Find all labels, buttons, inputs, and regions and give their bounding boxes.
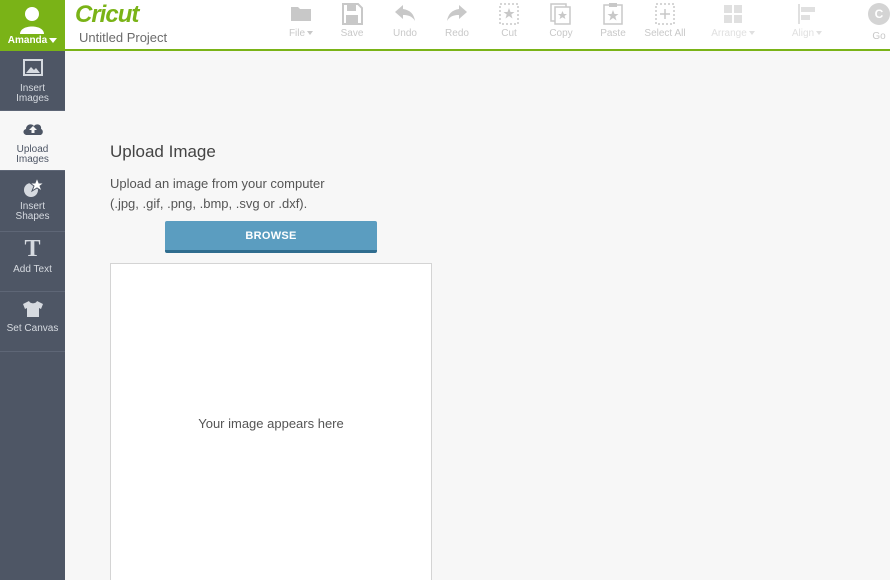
- arrange-icon: [724, 5, 742, 23]
- toolbar-redo-button[interactable]: Redo: [433, 3, 481, 39]
- upload-description-line: (.jpg, .gif, .png, .bmp, .svg or .dxf).: [110, 196, 308, 211]
- sidebar-item-label: Add Text: [13, 264, 52, 275]
- browse-button[interactable]: BROWSE: [165, 221, 377, 253]
- cut-icon: [499, 3, 519, 25]
- image-preview-area[interactable]: Your image appears here: [110, 263, 432, 580]
- folder-icon: [291, 7, 311, 21]
- user-avatar-icon: [20, 7, 44, 34]
- caret-down-icon: [307, 31, 314, 36]
- sidebar-item-label: Set Canvas: [6, 323, 59, 334]
- sidebar-item-label: Upload Images: [16, 144, 49, 165]
- toolbar-label: Save: [340, 28, 364, 39]
- sidebar-item-upload-images[interactable]: Upload Images: [0, 111, 65, 171]
- copy-icon: [550, 3, 571, 25]
- upload-title: Upload Image: [110, 142, 216, 161]
- image-icon: [22, 59, 43, 76]
- text-icon: T: [24, 236, 41, 262]
- project-title[interactable]: Untitled Project: [79, 30, 167, 45]
- select-all-icon: [655, 3, 675, 25]
- user-name: Amanda: [0, 35, 65, 46]
- toolbar-label: Copy: [549, 28, 573, 39]
- user-menu[interactable]: Amanda: [0, 0, 65, 51]
- upload-description: Upload an image from your computer (.jpg…: [110, 174, 370, 214]
- tshirt-icon: [22, 301, 43, 317]
- align-icon: [798, 4, 815, 24]
- sidebar: Amanda Insert Images Upload Images Inser…: [0, 0, 65, 580]
- sidebar-item-label: Insert Images: [16, 83, 49, 104]
- toolbar-label: Go: [872, 31, 886, 42]
- toolbar-label: Redo: [445, 28, 469, 39]
- toolbar-file-button[interactable]: File: [277, 3, 325, 39]
- toolbar-label: Select All: [644, 28, 686, 39]
- paste-icon: [603, 3, 623, 25]
- header: Cricut Untitled Project File Save Undo R…: [65, 0, 890, 51]
- sidebar-item-set-canvas[interactable]: Set Canvas: [0, 292, 65, 352]
- toolbar-label: Cut: [501, 28, 517, 39]
- caret-down-icon: [748, 31, 755, 36]
- toolbar-label: Undo: [393, 28, 417, 39]
- redo-icon: [447, 5, 467, 21]
- save-icon: [342, 3, 363, 25]
- toolbar-paste-button[interactable]: Paste: [589, 3, 637, 39]
- toolbar-label: Align: [791, 28, 815, 39]
- toolbar-save-button[interactable]: Save: [328, 3, 376, 39]
- toolbar-label: Paste: [600, 28, 626, 39]
- upload-description-line: Upload an image from your computer: [110, 176, 325, 191]
- toolbar-undo-button[interactable]: Undo: [381, 3, 429, 39]
- toolbar-label: Arrange: [711, 28, 747, 39]
- toolbar-cut-button[interactable]: Cut: [485, 3, 533, 39]
- sidebar-item-insert-shapes[interactable]: Insert Shapes: [0, 171, 65, 232]
- cloud-upload-icon: [22, 124, 43, 135]
- undo-icon: [395, 5, 415, 21]
- cricut-logo[interactable]: Cricut: [75, 1, 139, 29]
- sidebar-item-insert-images[interactable]: Insert Images: [0, 51, 65, 111]
- preview-placeholder-text: Your image appears here: [198, 416, 344, 431]
- cricut-badge-icon: C: [868, 3, 890, 25]
- go-button[interactable]: C Go: [867, 3, 890, 42]
- toolbar-align-button[interactable]: Align: [783, 3, 831, 39]
- toolbar-label: File: [288, 28, 306, 39]
- caret-down-icon: [49, 37, 58, 43]
- shapes-icon: [23, 177, 44, 197]
- caret-down-icon: [816, 31, 823, 36]
- sidebar-item-add-text[interactable]: T Add Text: [0, 232, 65, 292]
- sidebar-item-label: Insert Shapes: [15, 201, 50, 222]
- toolbar-arrange-button[interactable]: Arrange: [705, 3, 761, 39]
- toolbar-select-all-button[interactable]: Select All: [640, 3, 690, 39]
- toolbar-copy-button[interactable]: Copy: [537, 3, 585, 39]
